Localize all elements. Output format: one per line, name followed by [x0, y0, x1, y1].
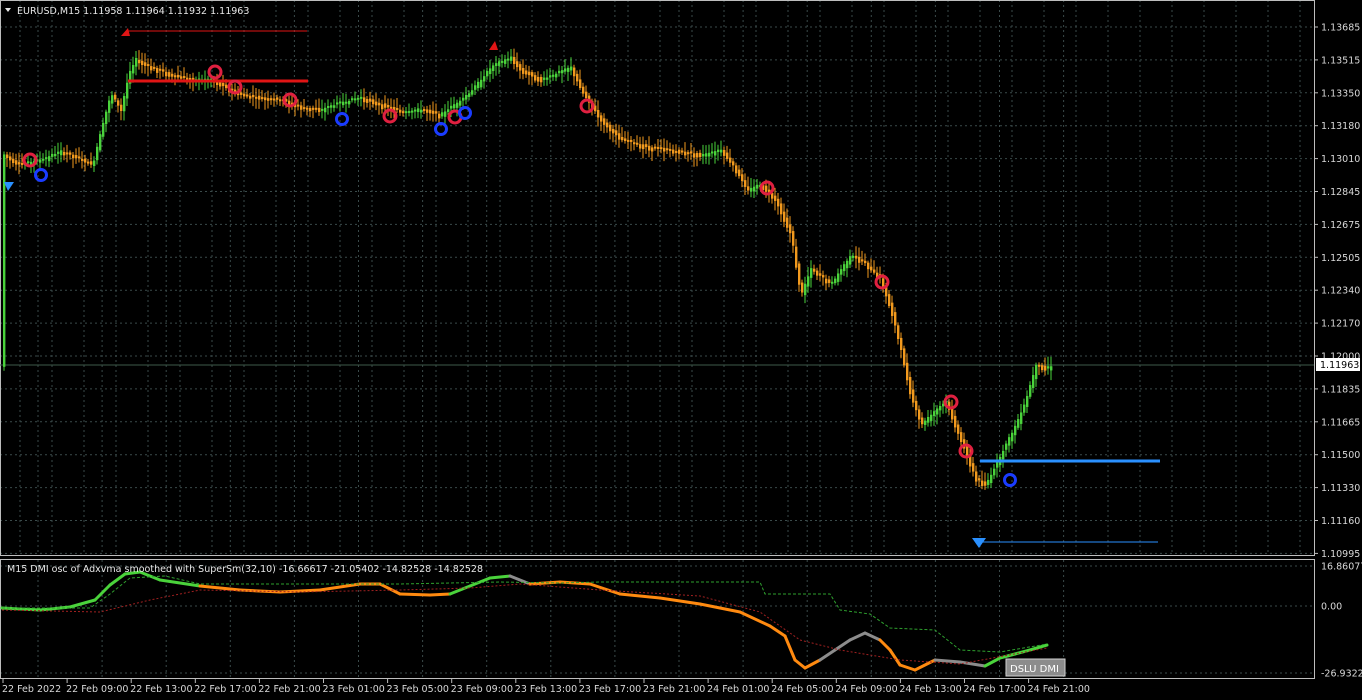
- time-tick-label: 24 Feb 09:00: [835, 684, 897, 695]
- price-tick-label: 1.11500: [1321, 450, 1360, 461]
- price-tick-label: 1.13350: [1321, 88, 1360, 99]
- indicator-tick-label: -26.93226: [1321, 669, 1362, 680]
- price-tick-label: 1.13685: [1321, 23, 1360, 34]
- symbol-header[interactable]: EURUSD,M15 1.11958 1.11964 1.11932 1.119…: [5, 6, 249, 17]
- time-tick-label: 23 Feb 01:00: [323, 684, 385, 695]
- symbol-title: EURUSD,M15 1.11958 1.11964 1.11932 1.119…: [17, 6, 249, 17]
- time-tick-label: 22 Feb 2022: [2, 684, 61, 695]
- time-tick-label: 22 Feb 09:00: [66, 684, 128, 695]
- price-tick-label: 1.12505: [1321, 253, 1360, 264]
- time-tick-label: 23 Feb 13:00: [515, 684, 577, 695]
- time-tick-label: 23 Feb 21:00: [643, 684, 705, 695]
- price-tick-label: 1.10995: [1321, 549, 1360, 560]
- dslu-dmi-text: DSLU DMI: [1010, 664, 1059, 675]
- price-tick-label: 1.11160: [1321, 516, 1360, 527]
- time-tick-label: 22 Feb 17:00: [194, 684, 256, 695]
- time-tick-label: 22 Feb 13:00: [130, 684, 192, 695]
- price-tick-label: 1.12340: [1321, 286, 1360, 297]
- time-tick-label: 24 Feb 01:00: [707, 684, 769, 695]
- price-tick-label: 1.11835: [1321, 384, 1360, 395]
- indicator-title: M15 DMI osc of Adxvma smoothed with Supe…: [7, 564, 483, 575]
- price-tick-label: 1.12170: [1321, 319, 1360, 330]
- price-tick-label: 1.12845: [1321, 187, 1360, 198]
- current-price-tag: 1.11963: [1316, 358, 1360, 371]
- time-tick-label: 24 Feb 13:00: [899, 684, 961, 695]
- time-tick-label: 23 Feb 17:00: [579, 684, 641, 695]
- time-tick-label: 24 Feb 17:00: [964, 684, 1026, 695]
- time-tick-label: 24 Feb 21:00: [1028, 684, 1090, 695]
- price-tick-label: 1.12675: [1321, 220, 1360, 231]
- price-tick-label: 1.11665: [1321, 417, 1360, 428]
- price-tick-label: 1.13010: [1321, 154, 1360, 165]
- trading-chart[interactable]: 1.13685 1.13515 1.13350 1.13180 1.13010 1.128…: [0, 0, 1362, 700]
- time-tick-label: 24 Feb 05:00: [771, 684, 833, 695]
- time-tick-label: 23 Feb 09:00: [451, 684, 513, 695]
- indicator-tick-label: 0.00: [1321, 602, 1342, 613]
- price-tick-label: 1.13180: [1321, 121, 1360, 132]
- price-tick-label: 1.13515: [1321, 55, 1360, 66]
- price-tick-label: 1.11330: [1321, 483, 1360, 494]
- time-tick-label: 23 Feb 05:00: [387, 684, 449, 695]
- current-price-label: 1.11963: [1320, 360, 1359, 371]
- time-tick-label: 22 Feb 21:00: [258, 684, 320, 695]
- indicator-tick-label: 16.86077: [1321, 562, 1362, 573]
- dslu-dmi-label[interactable]: DSLU DMI: [1005, 658, 1066, 677]
